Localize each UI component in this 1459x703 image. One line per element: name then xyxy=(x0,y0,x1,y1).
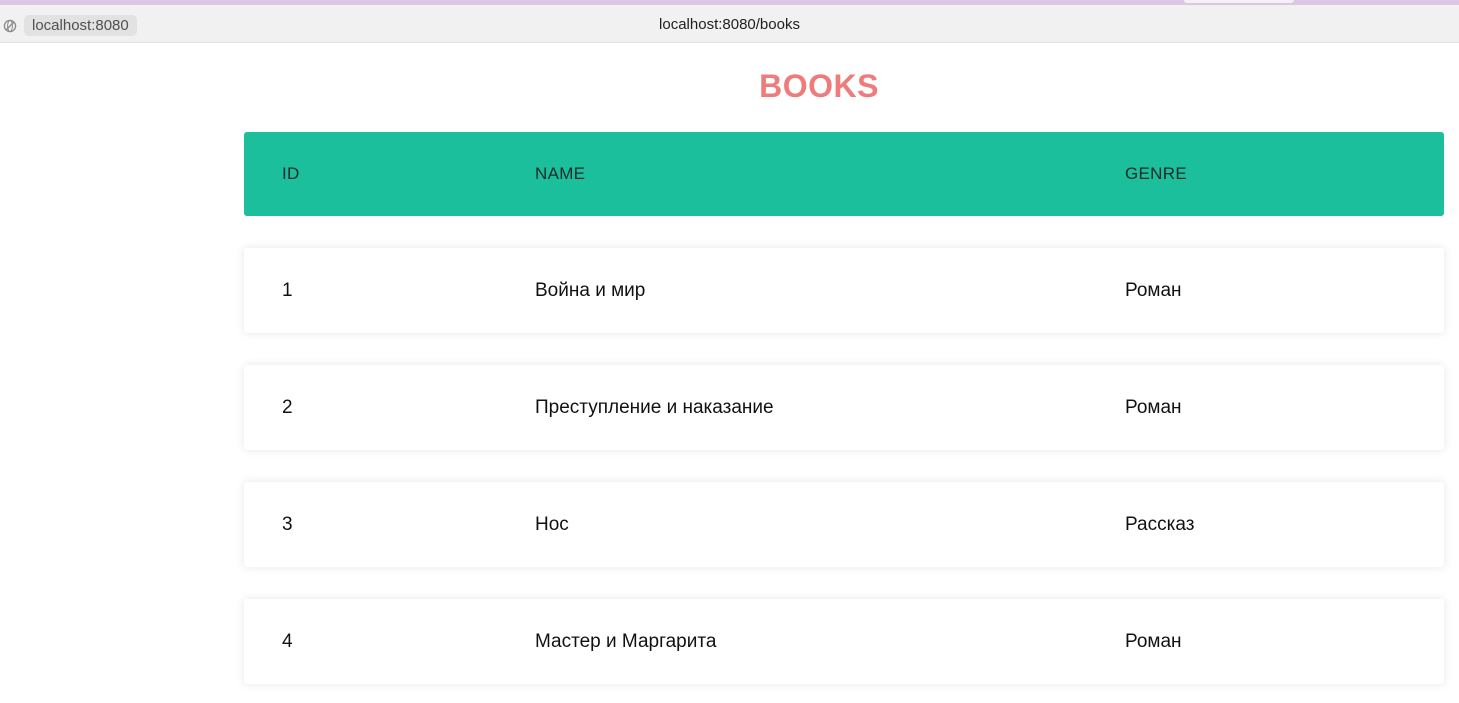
cell-name: Мастер и Маргарита xyxy=(535,630,717,652)
table-row: 3 Нос Рассказ xyxy=(244,482,1444,567)
header-genre: GENRE xyxy=(1125,164,1187,183)
table-header: ID NAME GENRE xyxy=(244,132,1444,216)
address-bar[interactable]: localhost:8080 localhost:8080/books xyxy=(0,5,1459,43)
page-content: BOOKS ID NAME GENRE 1 Война и мир Роман … xyxy=(0,43,1459,703)
cell-id: 1 xyxy=(282,279,293,301)
header-name: NAME xyxy=(535,164,586,183)
table-row: 1 Война и мир Роман xyxy=(244,248,1444,333)
table-row: 2 Преступление и наказание Роман xyxy=(244,365,1444,450)
header-id: ID xyxy=(282,164,300,183)
cell-genre: Роман xyxy=(1125,630,1182,652)
cell-id: 2 xyxy=(282,396,293,418)
cell-name: Нос xyxy=(535,513,569,535)
cell-id: 3 xyxy=(282,513,293,535)
cell-genre: Роман xyxy=(1125,279,1182,301)
cell-genre: Рассказ xyxy=(1125,513,1195,535)
url-text[interactable]: localhost:8080/books xyxy=(0,16,1459,33)
page-title: BOOKS xyxy=(759,68,879,104)
cell-name: Война и мир xyxy=(535,279,646,301)
cell-id: 4 xyxy=(282,630,293,652)
cell-name: Преступление и наказание xyxy=(535,396,774,418)
tab-edge xyxy=(1184,0,1294,3)
table-row: 4 Мастер и Маргарита Роман xyxy=(244,599,1444,684)
books-table: ID NAME GENRE 1 Война и мир Роман 2 Прес… xyxy=(244,132,1444,684)
cell-genre: Роман xyxy=(1125,396,1182,418)
